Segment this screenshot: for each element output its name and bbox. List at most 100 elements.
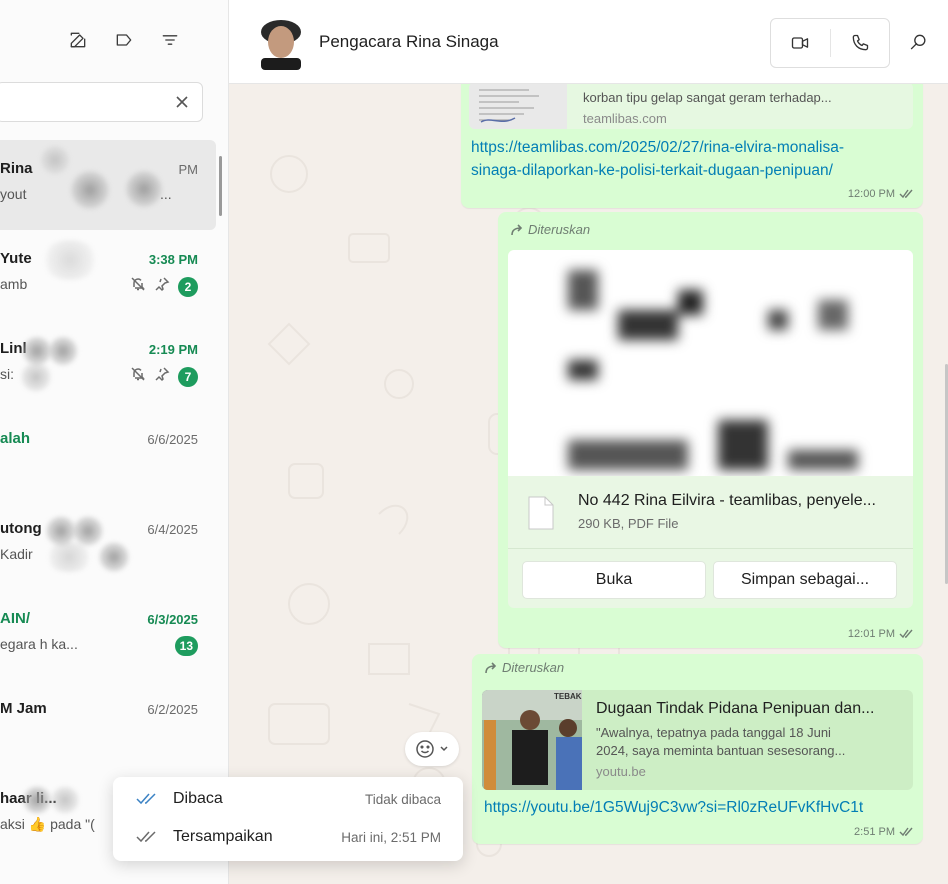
video-description-line-1: "Awalnya, tepatnya pada tanggal 18 Juni (596, 725, 831, 740)
file-meta: 290 KB, PDF File (578, 516, 679, 531)
double-check-icon (899, 189, 913, 199)
thumbnail-watermark: TEBAK (554, 692, 582, 701)
chat-time: 6/2/2025 (147, 702, 198, 717)
delivered-label: Tersampaikan (173, 828, 273, 845)
chat-preview: aksi 👍 pada "( (0, 816, 95, 832)
filter-button[interactable] (158, 28, 182, 52)
redacted-blur (40, 145, 70, 175)
new-chat-button[interactable] (66, 28, 90, 52)
contact-avatar[interactable] (259, 18, 303, 70)
message-time: 12:00 PM (847, 188, 895, 200)
search-input[interactable] (0, 83, 167, 121)
clear-search-button[interactable] (172, 92, 192, 112)
link-line-1: https://teamlibas.com/2025/02/27/rina-el… (471, 139, 845, 156)
document-thumbnail[interactable] (508, 250, 913, 476)
document-actions: Buka Simpan sebagai... (508, 548, 913, 608)
chat-list-item[interactable]: Yute 3:38 PM amb 2 (0, 230, 228, 320)
video-title: Dugaan Tindak Pidana Penipuan dan... (596, 700, 875, 717)
chat-time: 6/4/2025 (147, 522, 198, 537)
redacted-blur (70, 170, 110, 210)
chat-name: AIN/ (0, 610, 30, 627)
muted-icon (130, 366, 146, 387)
redacted-blur (40, 240, 100, 280)
forwarded-text: Diteruskan (502, 660, 565, 675)
call-buttons (770, 18, 890, 68)
chat-time: 6/3/2025 (147, 612, 198, 627)
forward-arrow-icon (511, 223, 523, 235)
forwarded-text: Diteruskan (528, 222, 591, 237)
video-preview-card[interactable]: TEBAK Dugaan Tindak Pidana Penipuan dan.… (482, 690, 913, 790)
chat-name: Yute (0, 250, 32, 267)
link-preview-thumbnail (469, 84, 567, 129)
close-icon (176, 96, 188, 108)
blue-double-check-icon (135, 792, 159, 811)
chat-list-item[interactable]: AIN/ 6/3/2025 egara h ka... 13 (0, 590, 228, 680)
chat-preview: yout (0, 186, 27, 202)
unread-badge: 7 (178, 366, 198, 387)
chat-name: alah (0, 430, 31, 447)
chat-preview: egara h ka... (0, 636, 78, 652)
muted-icon (130, 276, 146, 297)
video-thumbnail: TEBAK (482, 690, 582, 790)
chat-sidebar: Rina PM yout ... Yute 3:38 PM amb 2 Linl… (0, 0, 229, 884)
chat-preview: amb (0, 276, 28, 292)
chat-list-item[interactable]: alah 6/6/2025 (0, 410, 228, 500)
read-status-row: Dibaca Tidak dibaca (113, 781, 463, 819)
message-time: 12:01 PM (847, 628, 895, 640)
message-info-popup: Dibaca Tidak dibaca Tersampaikan Hari in… (113, 777, 463, 861)
compose-icon (70, 32, 86, 48)
message-link[interactable]: https://teamlibas.com/2025/02/27/rina-el… (471, 136, 844, 182)
document-info-bar[interactable]: No 442 Rina Eilvira - teamlibas, penyele… (508, 476, 913, 548)
chat-search-box (0, 82, 203, 122)
forwarded-label: Diteruskan (484, 660, 564, 675)
chat-list-item[interactable]: M Jam 6/2/2025 (0, 680, 228, 770)
chat-list-item[interactable]: utong 6/4/2025 Kadir (0, 500, 228, 590)
redacted-blur (50, 786, 80, 814)
redacted-blur (20, 362, 52, 392)
search-in-chat-button[interactable] (909, 32, 933, 56)
message-area[interactable]: korban tipu gelap sangat geram terhadap.… (229, 84, 948, 884)
chat-badges: 2 (130, 276, 198, 297)
chevron-down-icon (440, 746, 448, 752)
double-check-icon (899, 827, 913, 837)
link-line-2: sinaga-dilaporkan-ke-polisi-terkait-duga… (471, 162, 833, 179)
voice-call-button[interactable] (829, 29, 890, 57)
message-bubble-link[interactable]: korban tipu gelap sangat geram terhadap.… (461, 84, 923, 208)
message-bubble-document[interactable]: Diteruskan No 442 Rina Eilvira - teamlib… (498, 212, 923, 648)
delivered-value: Hari ini, 2:51 PM (341, 830, 441, 845)
react-button[interactable] (405, 732, 459, 766)
redacted-blur (48, 336, 78, 366)
grey-double-check-icon (135, 830, 159, 849)
forward-arrow-icon (485, 661, 497, 673)
phone-icon (852, 34, 868, 51)
chat-time: 3:38 PM (148, 252, 198, 267)
labels-button[interactable] (112, 28, 136, 52)
search-icon (910, 34, 926, 50)
chat-badges: 7 (130, 366, 198, 387)
chat-header: Pengacara Rina Sinaga (229, 0, 948, 84)
filter-icon (162, 35, 178, 45)
message-bubble-video-link[interactable]: Diteruskan TEBAK Dugaan Tindak Pidana Pe… (472, 654, 923, 844)
video-call-button[interactable] (771, 19, 830, 67)
redacted-blur (22, 786, 52, 814)
open-document-button[interactable]: Buka (522, 561, 706, 599)
message-meta: 12:01 PM (848, 628, 913, 640)
link-preview-card[interactable]: korban tipu gelap sangat geram terhadap.… (469, 84, 913, 129)
read-label: Dibaca (173, 790, 223, 807)
forwarded-label: Diteruskan (510, 222, 590, 237)
message-link[interactable]: https://youtu.be/1G5Wuj9C3vw?si=Rl0zReUF… (484, 796, 863, 819)
video-description-line-2: 2024, saya meminta bantuan sesesorang... (596, 743, 846, 758)
sidebar-scrollbar[interactable] (219, 156, 222, 216)
delivered-status-row: Tersampaikan Hari ini, 2:51 PM (113, 819, 463, 857)
label-icon (116, 34, 132, 46)
video-camera-icon (792, 37, 809, 49)
chat-list-item[interactable]: Linl 2:19 PM si: 7 (0, 320, 228, 410)
chat-time: 6/6/2025 (147, 432, 198, 447)
save-as-button[interactable]: Simpan sebagai... (713, 561, 897, 599)
file-name: No 442 Rina Eilvira - teamlibas, penyele… (578, 492, 876, 509)
chat-name: M Jam (0, 700, 47, 717)
file-icon (528, 496, 554, 530)
chat-time: PM (178, 162, 199, 177)
chat-list-item[interactable]: Rina PM yout ... (0, 140, 216, 230)
contact-name[interactable]: Pengacara Rina Sinaga (319, 32, 499, 52)
